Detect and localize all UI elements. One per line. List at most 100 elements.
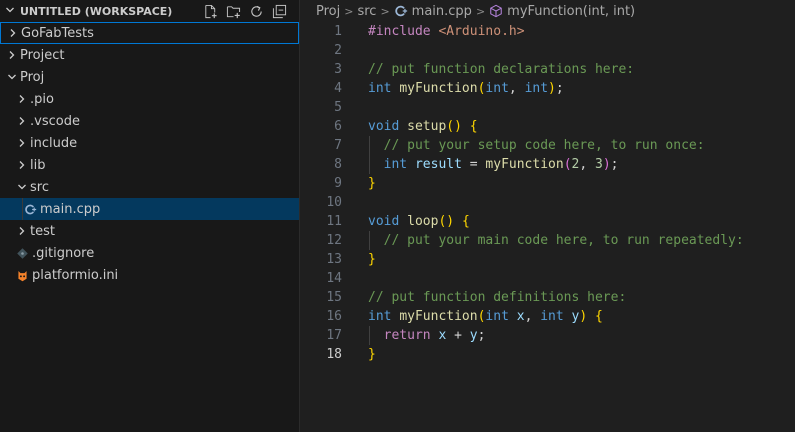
tree-folder[interactable]: Project — [0, 44, 299, 66]
code-token: void — [368, 214, 408, 229]
tree-item-label: src — [30, 179, 49, 195]
code-line[interactable]: 4 int myFunction(int, int); — [300, 79, 795, 98]
new-file-icon[interactable] — [201, 2, 220, 21]
breadcrumb-folder-proj[interactable]: Proj — [316, 4, 340, 19]
line-number: 14 — [326, 271, 342, 286]
line-number: 5 — [334, 100, 342, 115]
chevron-right-icon[interactable] — [14, 159, 30, 171]
code-token: () — [446, 119, 462, 134]
code-line[interactable]: 5 — [300, 98, 795, 117]
code-text: // put your setup code here, to run once… — [368, 136, 705, 155]
workspace-header[interactable]: UNTITLED (WORKSPACE) — [0, 0, 299, 22]
breadcrumb-symbol[interactable]: myFunction(int, int) — [507, 4, 635, 19]
code-text: #include <Arduino.h> — [368, 22, 525, 41]
line-number: 11 — [326, 214, 342, 229]
code-line[interactable]: 13} — [300, 250, 795, 269]
code-token: ; — [610, 157, 619, 172]
code-line[interactable]: 2 — [300, 41, 795, 60]
chevron-right-icon[interactable] — [14, 115, 30, 127]
code-line[interactable]: 18} — [300, 345, 795, 364]
line-number: 6 — [334, 119, 342, 134]
tree-folder[interactable]: include — [0, 132, 299, 154]
line-number: 4 — [334, 81, 342, 96]
new-folder-icon[interactable] — [224, 2, 243, 21]
collapse-all-icon[interactable] — [270, 2, 289, 21]
line-number: 17 — [326, 328, 342, 343]
chevron-right-icon[interactable] — [14, 137, 30, 149]
line-number: 1 — [334, 24, 342, 39]
chevron-right-icon[interactable] — [5, 27, 21, 39]
tree-file[interactable]: .gitignore — [0, 242, 299, 264]
chevron-right-icon[interactable] — [14, 93, 30, 105]
code-line[interactable]: 7 // put your setup code here, to run on… — [300, 136, 795, 155]
code-text: int myFunction(int x, int y) { — [368, 307, 603, 326]
code-line[interactable]: 15 // put function definitions here: — [300, 288, 795, 307]
code-token: ) — [579, 309, 588, 324]
chevron-down-icon[interactable] — [4, 71, 20, 83]
tree-folder[interactable]: Proj — [0, 66, 299, 88]
code-line[interactable]: 3 // put function declarations here: — [300, 60, 795, 79]
line-number: 16 — [326, 309, 342, 324]
code-line[interactable]: 8 int result = myFunction(2, 3); — [300, 155, 795, 174]
tree-item-label: .pio — [30, 91, 54, 107]
tree-item-label: Project — [20, 47, 65, 63]
code-token: loop — [407, 214, 439, 229]
tree-item-label: include — [30, 135, 78, 151]
line-number: 9 — [334, 176, 342, 191]
code-line[interactable]: 12 // put your main code here, to run re… — [300, 231, 795, 250]
code-text: // put function definitions here: — [368, 288, 626, 307]
code-token: , — [579, 157, 596, 172]
chevron-down-icon[interactable] — [14, 181, 30, 193]
code-token: y — [469, 328, 478, 343]
code-line[interactable]: 11 void loop() { — [300, 212, 795, 231]
code-text: void setup() { — [368, 117, 478, 136]
code-text: void loop() { — [368, 212, 470, 231]
tree-item-label: .gitignore — [32, 245, 95, 261]
breadcrumb-folder-src[interactable]: src — [357, 4, 376, 19]
refresh-icon[interactable] — [247, 2, 266, 21]
chevron-right-icon[interactable] — [14, 225, 30, 237]
code-token: ) — [548, 81, 556, 96]
code-line[interactable]: 6 void setup() { — [300, 117, 795, 136]
tree-folder[interactable]: src — [0, 176, 299, 198]
line-number: 7 — [334, 138, 342, 153]
code-token: } — [368, 176, 376, 191]
tree-folder[interactable]: lib — [0, 154, 299, 176]
breadcrumb-file[interactable]: main.cpp — [412, 4, 472, 19]
cpp-file-icon — [22, 203, 38, 216]
tree-folder[interactable]: .pio — [0, 88, 299, 110]
git-file-icon — [14, 247, 30, 260]
tree-file[interactable]: main.cpp — [0, 198, 299, 220]
code-editor[interactable]: Proj > src > main.cpp > myFunction(int, … — [300, 0, 795, 432]
code-text: return x + y; — [368, 326, 486, 345]
tree-folder[interactable]: .vscode — [0, 110, 299, 132]
code-token: ; — [555, 81, 564, 96]
tree-item-label: Proj — [20, 69, 45, 85]
code-line[interactable]: 10 — [300, 193, 795, 212]
code-line[interactable]: 17 return x + y; — [300, 326, 795, 345]
code-token: int — [524, 81, 549, 96]
code-token: myFunction — [399, 309, 478, 324]
tree-folder[interactable]: test — [0, 220, 299, 242]
code-line[interactable]: 9} — [300, 174, 795, 193]
tree-file[interactable]: platformio.ini — [0, 264, 299, 286]
code-token: myFunction — [399, 81, 478, 96]
workspace-title: UNTITLED (WORKSPACE) — [20, 4, 173, 18]
code-token: int — [485, 309, 517, 324]
code-line[interactable]: 14 — [300, 269, 795, 288]
tree-folder[interactable]: GoFabTests — [0, 22, 299, 44]
code-line[interactable]: 1 #include <Arduino.h> — [300, 22, 795, 41]
code-token: return — [383, 328, 439, 343]
code-line[interactable]: 16 int myFunction(int x, int y) { — [300, 307, 795, 326]
code-token: int — [540, 309, 572, 324]
code-text: } — [368, 250, 376, 269]
code-text: int myFunction(int, int); — [368, 79, 564, 98]
code-token: = — [461, 157, 486, 172]
tree-item-label: main.cpp — [40, 201, 101, 217]
code-area[interactable]: 1 #include <Arduino.h> 2 3 // put function d… — [300, 22, 795, 364]
chevron-right-icon[interactable] — [4, 49, 20, 61]
code-token: // put function definitions here: — [368, 290, 627, 305]
chevron-down-icon[interactable] — [0, 4, 20, 19]
